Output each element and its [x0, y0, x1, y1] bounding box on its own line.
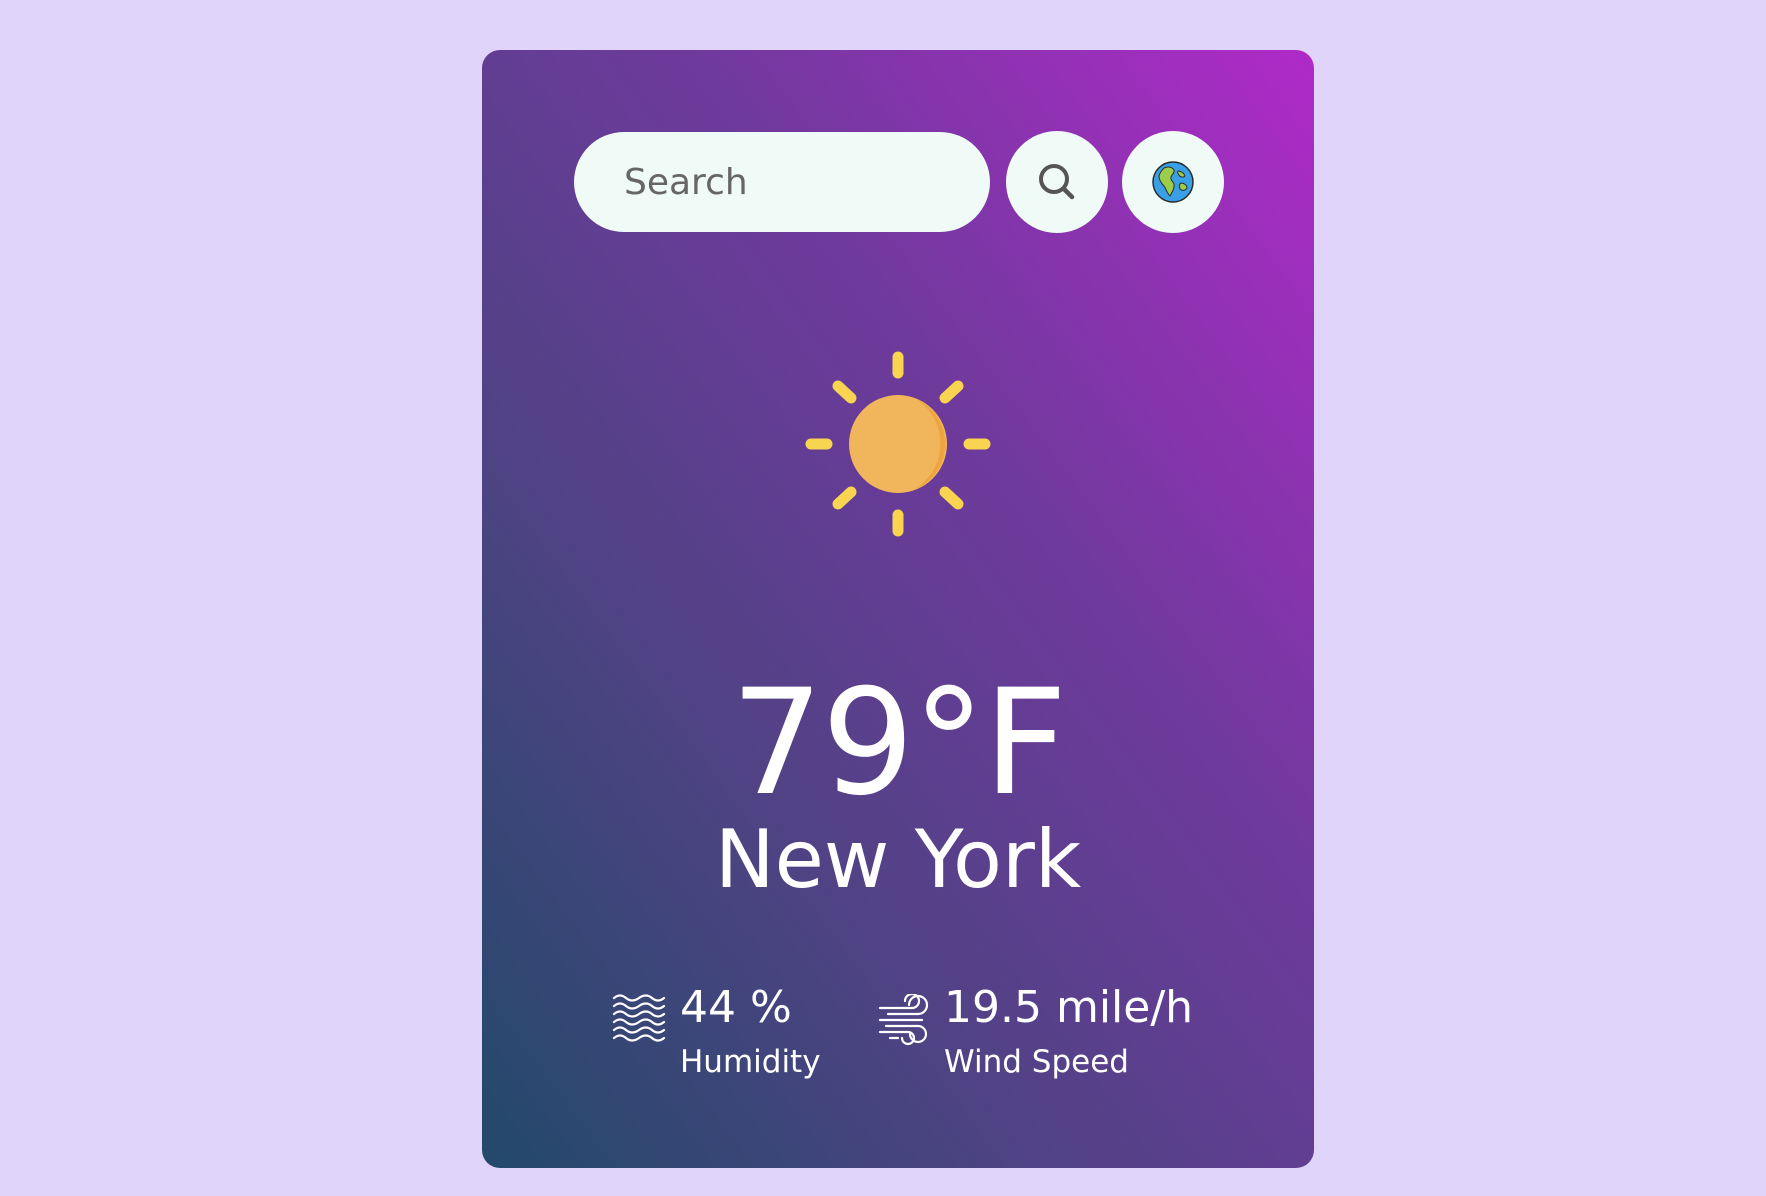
wind-icon [878, 994, 929, 1046]
weather-card: 79°F New York 44 % Humidity [482, 50, 1314, 1168]
humidity-label: Humidity [680, 1044, 821, 1080]
wind-speed-label: Wind Speed [944, 1044, 1129, 1080]
waves-icon [612, 994, 666, 1042]
humidity-detail: 44 % Humidity [612, 980, 852, 1110]
humidity-value: 44 % [680, 982, 792, 1033]
search-button[interactable] [1006, 131, 1108, 233]
sun-icon [805, 351, 991, 537]
globe-icon [1152, 161, 1194, 203]
magnifier-icon [1039, 164, 1075, 200]
city-name: New York [714, 813, 1082, 906]
temperature: 79°F [730, 658, 1068, 828]
search-input[interactable] [574, 132, 990, 232]
wind-speed-value: 19.5 mile/h [944, 982, 1194, 1033]
location-button[interactable] [1122, 131, 1224, 233]
wind-detail: 19.5 mile/h Wind Speed [878, 980, 1258, 1110]
